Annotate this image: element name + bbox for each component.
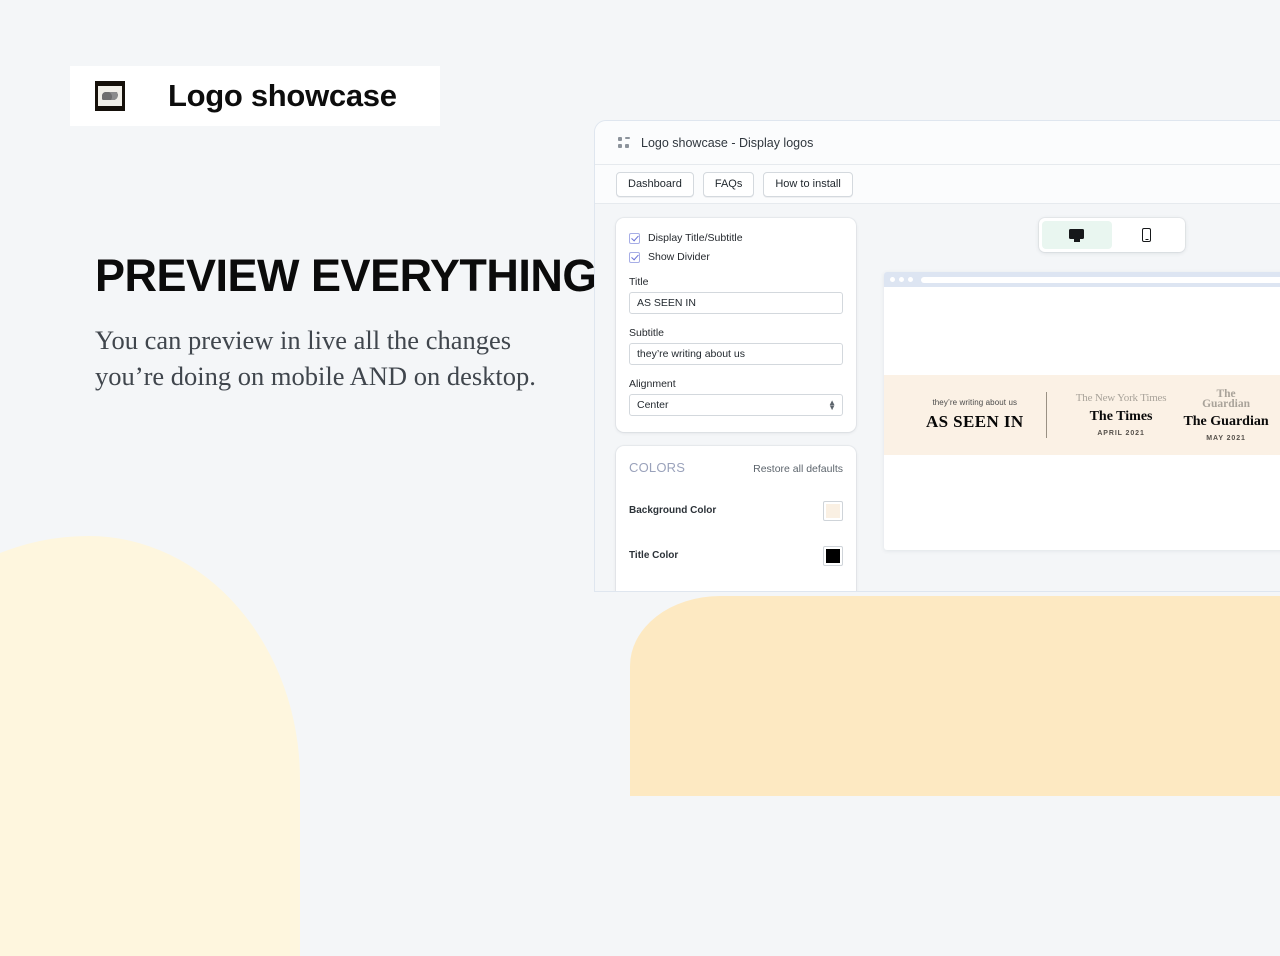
- strip-divider: [1045, 392, 1047, 438]
- logo-item-the-guardian: The Guardian The Guardian MAY 2021: [1174, 387, 1279, 442]
- browser-chrome-bar: [884, 272, 1280, 287]
- color-row-title: Title Color: [629, 533, 843, 578]
- colors-heading: COLORS: [629, 460, 686, 475]
- logo-showcase-strip: they’re writing about us AS SEEN IN The …: [884, 375, 1280, 455]
- app-window: Logo showcase - Display logos Dashboard …: [594, 120, 1280, 592]
- logo-mark-the-times: The New York Times: [1075, 392, 1167, 404]
- product-badge-title: Logo showcase: [168, 78, 397, 113]
- checkbox-label-display-title-subtitle: Display Title/Subtitle: [648, 232, 743, 244]
- color-swatch-background[interactable]: [823, 500, 843, 521]
- browser-dot-maximize-icon: [908, 277, 913, 282]
- logo-date-the-guardian: MAY 2021: [1206, 434, 1246, 442]
- preview-column: they’re writing about us AS SEEN IN The …: [870, 218, 1280, 591]
- logo-item-the-times: The New York Times The Times APRIL 2021: [1069, 392, 1174, 438]
- browser-preview-frame: they’re writing about us AS SEEN IN The …: [884, 272, 1280, 550]
- device-toggle-desktop[interactable]: [1041, 221, 1112, 249]
- alignment-field-label: Alignment: [629, 378, 676, 390]
- tab-dashboard[interactable]: Dashboard: [616, 171, 694, 197]
- swatch-fill-background: [826, 503, 840, 518]
- app-tabbar: Dashboard FAQs How to install: [595, 165, 1280, 204]
- app-body: Display Title/Subtitle Show Divider Titl…: [595, 204, 1280, 591]
- tab-faqs[interactable]: FAQs: [702, 171, 755, 197]
- color-label-title: Title Color: [629, 550, 679, 561]
- color-swatch-subtitle[interactable]: [823, 590, 843, 591]
- strip-title-block: they’re writing about us AS SEEN IN: [926, 398, 1046, 432]
- logo-name-the-times: The Times: [1089, 409, 1153, 424]
- colors-card-header: COLORS Restore all defaults: [629, 460, 843, 475]
- decorative-blob-right: [630, 596, 1280, 796]
- logo-date-the-times: APRIL 2021: [1097, 430, 1145, 437]
- colors-card: COLORS Restore all defaults Background C…: [616, 446, 856, 591]
- logo-slider-icon: [95, 81, 125, 111]
- color-row-background: Background Color: [629, 488, 843, 533]
- browser-url-bar[interactable]: [921, 276, 1280, 283]
- alignment-select[interactable]: [629, 394, 843, 416]
- strip-subtitle: they’re writing about us: [932, 398, 1018, 407]
- logo-mark-the-guardian: The Guardian: [1202, 387, 1251, 410]
- page-subcopy: You can preview in live all the changes …: [95, 325, 536, 391]
- checkbox-display-title-subtitle[interactable]: [629, 232, 640, 244]
- checkbox-show-divider[interactable]: [629, 251, 640, 263]
- content-settings-card: Display Title/Subtitle Show Divider Titl…: [616, 218, 856, 432]
- alignment-select-wrap: ▲▼: [629, 394, 843, 416]
- restore-all-defaults-link[interactable]: Restore all defaults: [753, 463, 843, 475]
- device-toggle-group: [1038, 218, 1185, 252]
- swatch-fill-title: [826, 548, 840, 563]
- product-badge: Logo showcase: [70, 66, 440, 126]
- desktop-monitor-icon: [1069, 228, 1084, 242]
- grid-apps-icon: [618, 136, 630, 149]
- strip-title: AS SEEN IN: [926, 412, 1024, 431]
- device-toggle-mobile[interactable]: [1112, 221, 1182, 249]
- tab-how-to-install[interactable]: How to install: [763, 171, 853, 197]
- checkbox-row-show-divider[interactable]: Show Divider: [629, 251, 843, 263]
- browser-dot-close-icon: [890, 277, 895, 282]
- logo-name-the-guardian: The Guardian: [1183, 413, 1269, 429]
- checkbox-row-display-title-subtitle[interactable]: Display Title/Subtitle: [629, 232, 843, 244]
- color-label-background: Background Color: [629, 505, 717, 516]
- app-window-titlebar: Logo showcase - Display logos: [595, 121, 1280, 165]
- subtitle-field-label: Subtitle: [629, 327, 665, 339]
- color-row-subtitle: Subtitle Color: [629, 578, 843, 591]
- settings-column: Display Title/Subtitle Show Divider Titl…: [616, 218, 856, 591]
- subtitle-input[interactable]: [629, 343, 843, 365]
- browser-dot-minimize-icon: [899, 277, 904, 282]
- color-swatch-title[interactable]: [823, 545, 843, 566]
- app-window-title: Logo showcase - Display logos: [641, 135, 814, 150]
- title-field-label: Title: [629, 276, 649, 288]
- title-input[interactable]: [629, 292, 843, 314]
- page-headline: PREVIEW EVERYTHING: [95, 250, 597, 301]
- decorative-blob-left: [0, 536, 300, 956]
- checkbox-label-show-divider: Show Divider: [648, 251, 710, 263]
- mobile-phone-icon: [1142, 228, 1151, 242]
